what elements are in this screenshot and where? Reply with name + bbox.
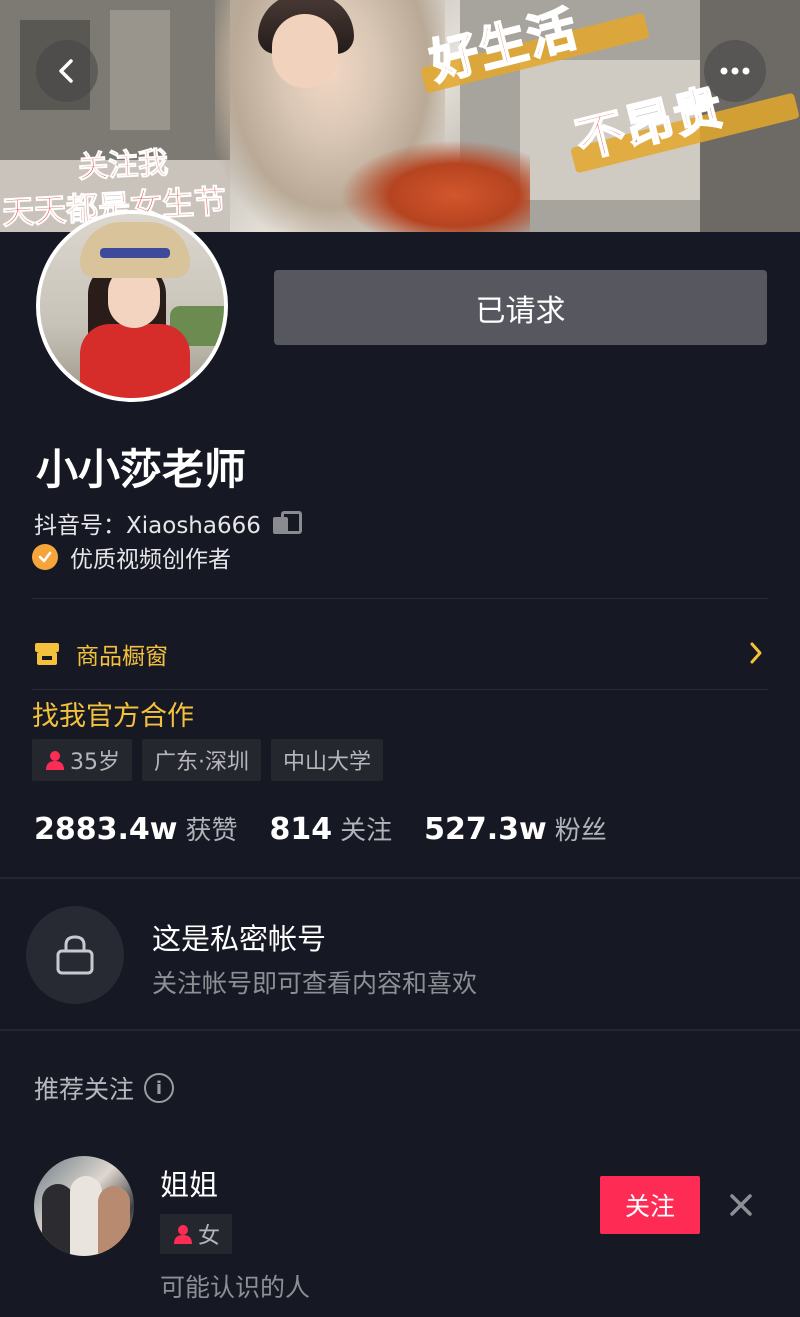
shop-icon xyxy=(34,642,60,666)
close-icon[interactable] xyxy=(726,1190,756,1220)
fans-label[interactable]: 粉丝 xyxy=(555,810,607,847)
recommend-gender-text: 女 xyxy=(198,1224,221,1249)
profile-banner: 好生活 不昂贵 关注我 天天都是女生节 xyxy=(0,0,800,232)
recommend-header: 推荐关注 i xyxy=(34,1070,175,1106)
back-button[interactable] xyxy=(36,40,98,102)
age-text: 35岁 xyxy=(70,750,120,775)
private-account-notice: 这是私密帐号 关注帐号即可查看内容和喜欢 xyxy=(26,906,786,1006)
shop-window-row[interactable]: 商品橱窗 xyxy=(34,636,768,672)
info-icon[interactable]: i xyxy=(144,1073,175,1103)
likes-label: 获赞 xyxy=(185,816,238,846)
verified-badge: 优质视频创作者 xyxy=(32,540,231,574)
location-tag: 广东·深圳 xyxy=(142,739,261,781)
verified-check-icon xyxy=(32,544,58,570)
chevron-left-icon xyxy=(59,59,73,83)
copy-icon[interactable] xyxy=(272,511,302,535)
following-label[interactable]: 关注 xyxy=(340,810,392,847)
recommend-hint: 可能认识的人 xyxy=(160,1273,311,1302)
official-cooperation-link[interactable]: 找我官方合作 xyxy=(32,694,194,733)
verified-label: 优质视频创作者 xyxy=(70,547,231,573)
fans-count[interactable]: 527.3w xyxy=(424,812,547,847)
following-count[interactable]: 814 xyxy=(270,812,333,847)
status-bar xyxy=(0,0,800,8)
female-person-icon xyxy=(46,751,64,770)
banner-motorbike xyxy=(340,140,530,232)
recommend-list-item[interactable]: 姐姐 女 可能认识的人 关注 xyxy=(34,1156,774,1302)
recommend-avatar[interactable] xyxy=(34,1156,134,1256)
recommend-name[interactable]: 姐姐 xyxy=(160,1162,218,1204)
private-subtitle: 关注帐号即可查看内容和喜欢 xyxy=(152,969,478,998)
divider xyxy=(0,877,800,879)
banner-face xyxy=(272,14,338,88)
recommend-gender-tag: 女 xyxy=(160,1214,233,1254)
divider xyxy=(0,1029,800,1031)
profile-tags: 35岁 广东·深圳 中山大学 xyxy=(32,739,384,781)
school-tag: 中山大学 xyxy=(271,739,384,781)
douyin-id: 抖音号：Xiaosha666 xyxy=(34,506,302,540)
private-title: 这是私密帐号 xyxy=(152,922,327,956)
chevron-right-icon xyxy=(748,640,764,670)
lock-icon xyxy=(56,935,94,975)
profile-stats: 2883.4w 获赞 814 关注 527.3w 粉丝 xyxy=(34,810,639,847)
more-dots-icon xyxy=(720,67,750,75)
douyin-id-text: 抖音号：Xiaosha666 xyxy=(34,513,261,539)
follow-button[interactable]: 关注 xyxy=(600,1176,700,1234)
likes-count: 2883.4w xyxy=(34,812,178,847)
profile-avatar[interactable] xyxy=(36,210,228,402)
requested-button[interactable]: 已请求 xyxy=(274,270,767,345)
lock-icon-wrapper xyxy=(26,906,124,1004)
recommend-title: 推荐关注 xyxy=(34,1075,135,1104)
shop-window-label: 商品橱窗 xyxy=(76,644,168,670)
more-button[interactable] xyxy=(704,40,766,102)
divider xyxy=(32,598,768,599)
divider xyxy=(32,689,768,690)
age-tag: 35岁 xyxy=(32,739,132,781)
profile-name: 小小莎老师 xyxy=(36,445,247,494)
female-person-icon xyxy=(174,1225,192,1244)
